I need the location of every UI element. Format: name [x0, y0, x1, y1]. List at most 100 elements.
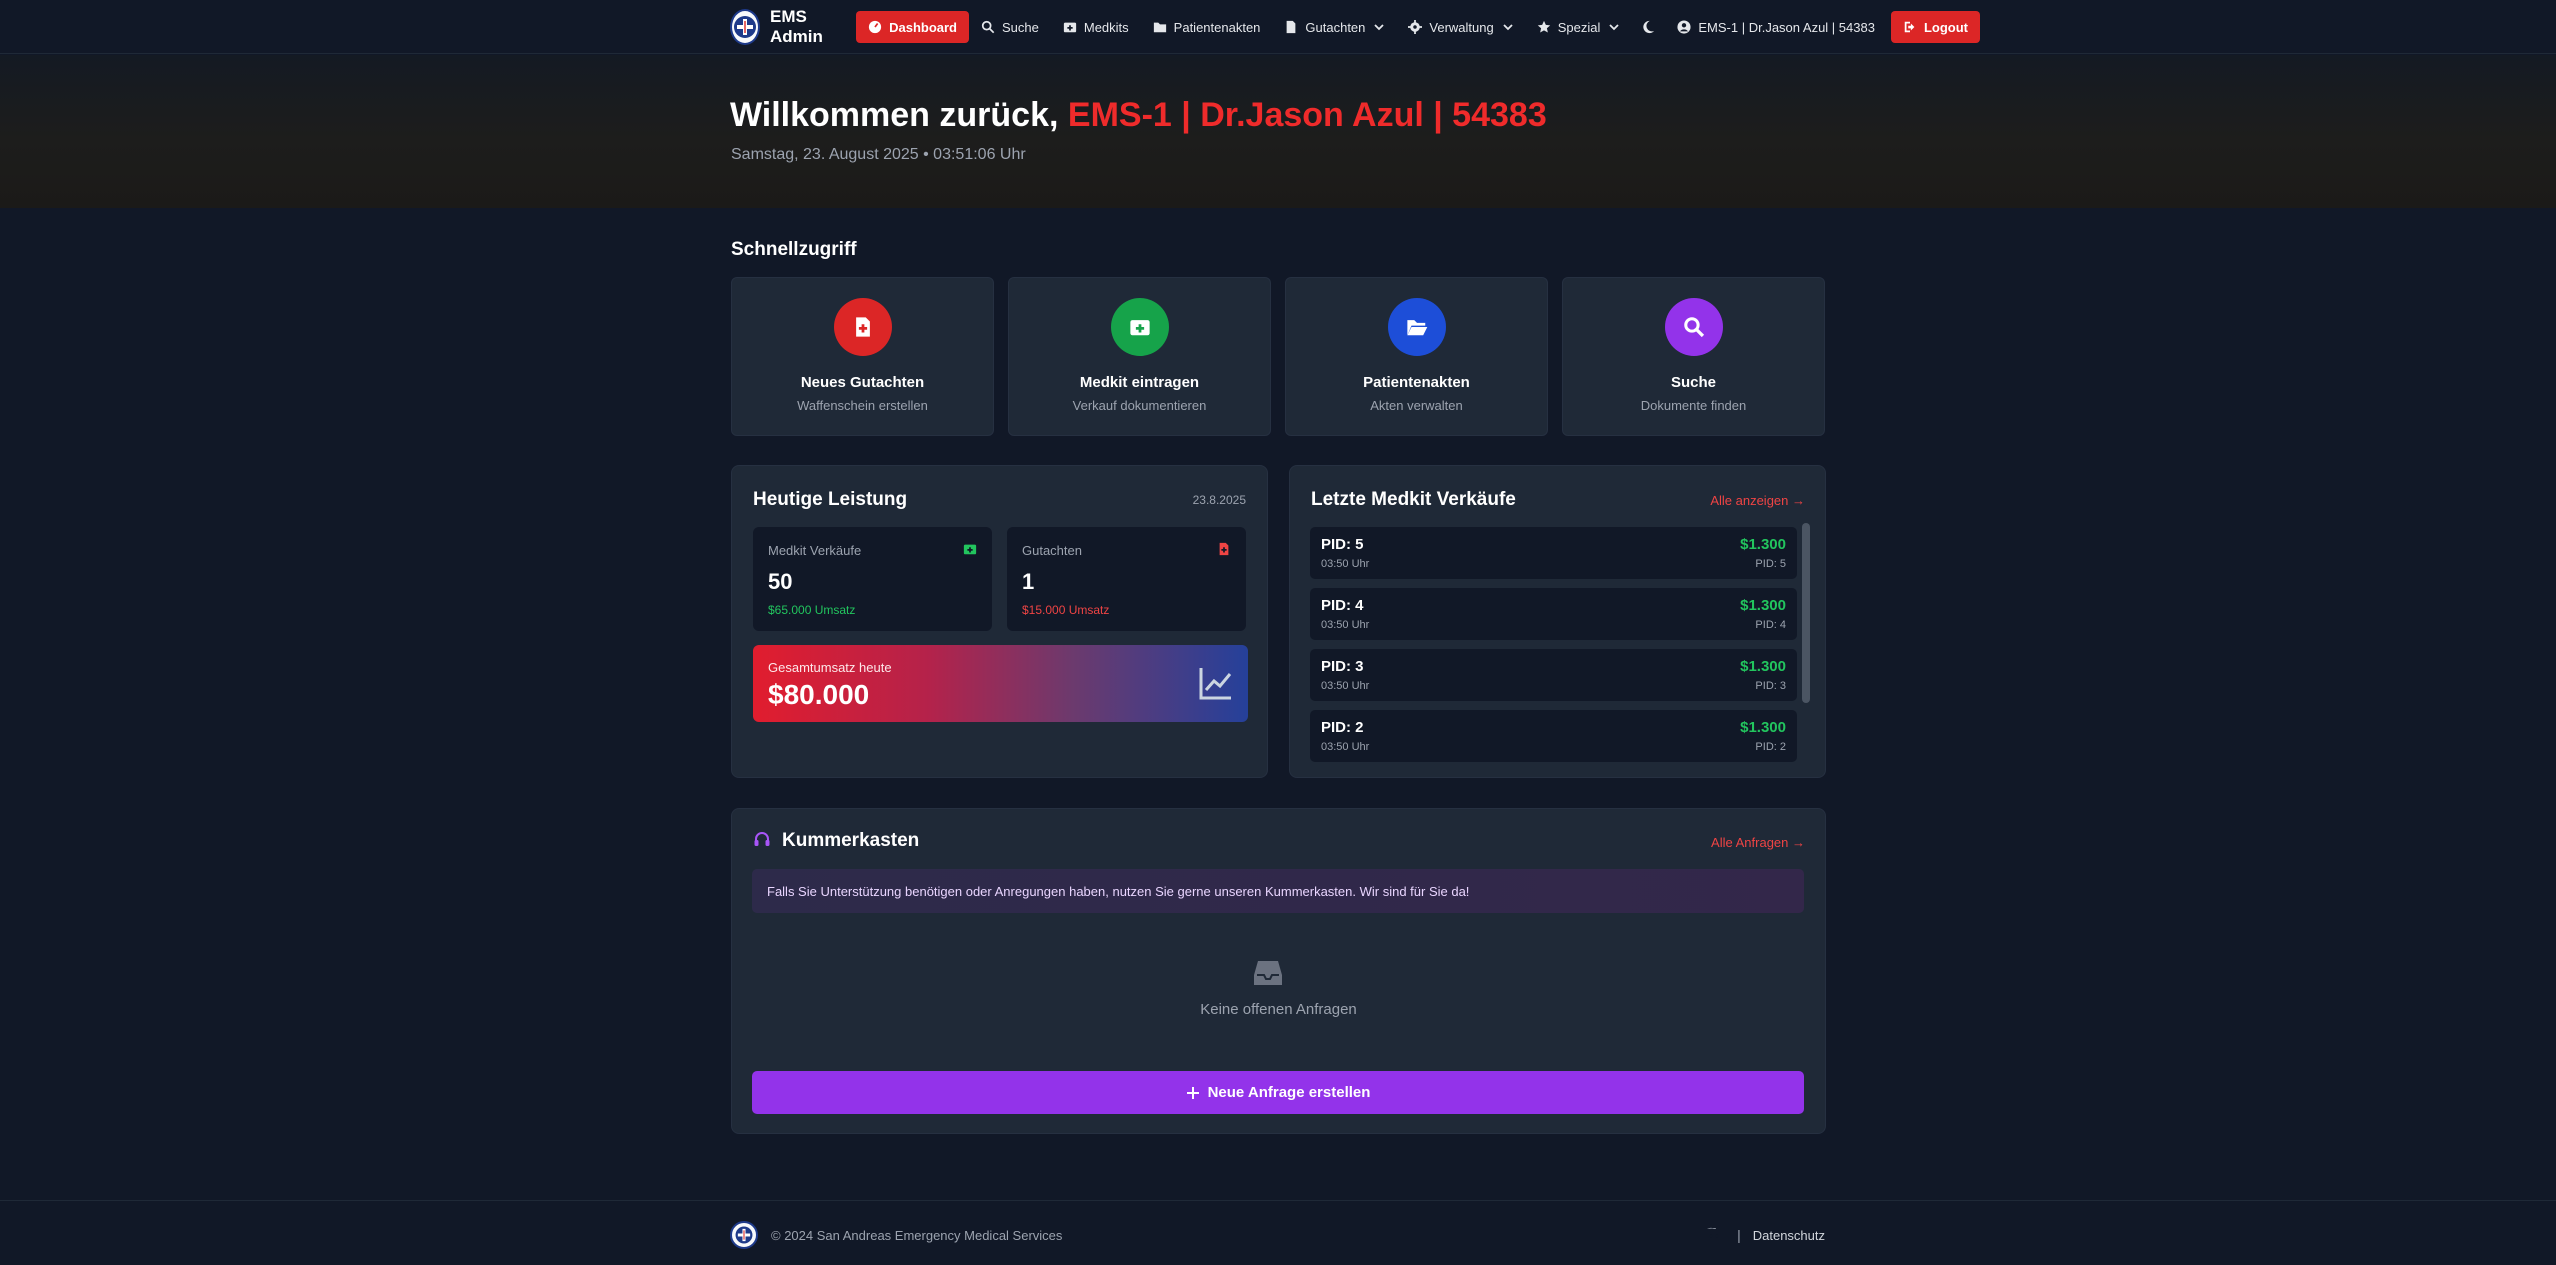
footer-links: | Datenschutz	[1700, 1223, 1825, 1247]
stat-label: Gutachten	[1022, 543, 1082, 558]
today-date: 23.8.2025	[1192, 493, 1246, 507]
nav-verwaltung-label: Verwaltung	[1429, 19, 1494, 35]
stat-medkit-sales: Medkit Verkäufe 50 $65.000 Umsatz	[753, 527, 992, 631]
kummerkasten-title: Kummerkasten	[782, 830, 920, 851]
stat-value: 50	[768, 569, 793, 594]
total-value: $80.000	[768, 679, 870, 710]
recent-medkit-sales-panel: Letzte Medkit Verkäufe Alle anzeigen → P…	[1289, 465, 1826, 778]
quick-card-subtitle: Dokumente finden	[1640, 398, 1747, 413]
search-icon	[981, 20, 995, 34]
sale-item[interactable]: PID: 3 03:50 Uhr $1.300 PID: 3	[1310, 649, 1797, 701]
nav-patientenakten[interactable]: Patientenakten	[1141, 11, 1273, 43]
stat-revenue: $15.000 Umsatz	[1022, 603, 1110, 617]
stat-gutachten: Gutachten 1 $15.000 Umsatz	[1007, 527, 1246, 631]
sale-time: 03:50 Uhr	[1321, 741, 1370, 753]
sale-pid: PID: 2	[1321, 719, 1364, 736]
quick-access-title: Schnellzugriff	[731, 239, 857, 260]
quick-card-subtitle: Akten verwalten	[1370, 398, 1463, 413]
chevron-down-icon	[1503, 24, 1513, 31]
sale-pid-small: PID: 3	[1755, 680, 1786, 692]
sale-amount: $1.300	[1740, 536, 1786, 553]
nav-verwaltung[interactable]: Verwaltung	[1396, 11, 1524, 43]
quick-card-medkit-eintragen[interactable]: Medkit eintragen Verkauf dokumentieren	[1008, 277, 1271, 436]
copyright-text: © 2024 San Andreas Emergency Medical Ser…	[771, 1228, 1063, 1243]
sale-amount: $1.300	[1740, 597, 1786, 614]
medkit-icon	[1063, 22, 1076, 33]
top-navbar: EMS Admin Dashboard Suche Medkits Patien…	[0, 0, 2556, 54]
sale-time: 03:50 Uhr	[1321, 680, 1370, 692]
total-revenue-card: Gesamtumsatz heute $80.000	[753, 645, 1248, 722]
nav-dashboard[interactable]: Dashboard	[856, 11, 969, 43]
nav-suche-label: Suche	[1002, 19, 1039, 35]
plus-icon	[1186, 1086, 1199, 1099]
logout-button[interactable]: Logout	[1890, 11, 1980, 43]
chevron-down-icon	[1609, 24, 1620, 31]
logout-label: Logout	[1923, 19, 1968, 35]
nav-spezial-label: Spezial	[1557, 19, 1601, 35]
sale-item[interactable]: PID: 4 03:50 Uhr $1.300 PID: 4	[1310, 588, 1797, 640]
quick-card-suche[interactable]: Suche Dokumente finden	[1562, 277, 1825, 436]
sale-pid: PID: 3	[1321, 658, 1364, 675]
nav-gutachten[interactable]: Gutachten	[1272, 11, 1396, 43]
stat-revenue: $65.000 Umsatz	[768, 603, 856, 617]
user-name: EMS-1 | Dr.Jason Azul | 54383	[1698, 19, 1875, 35]
nav-medkits-label: Medkits	[1083, 19, 1129, 35]
quick-card-title: Medkit eintragen	[1079, 374, 1200, 391]
all-requests-link[interactable]: Alle Anfragen →	[1711, 835, 1805, 850]
stat-label: Medkit Verkäufe	[768, 543, 862, 558]
discord-icon[interactable]	[1703, 1227, 1725, 1243]
nav-medkits[interactable]: Medkits	[1051, 11, 1141, 43]
chevron-down-icon	[1374, 24, 1385, 31]
sale-amount: $1.300	[1740, 719, 1786, 736]
file-icon	[1287, 20, 1296, 34]
welcome-user-name: EMS-1 | Dr.Jason Azul | 54383	[1067, 96, 1547, 134]
nav-patientenakten-label: Patientenakten	[1173, 19, 1261, 35]
sale-item[interactable]: PID: 5 03:50 Uhr $1.300 PID: 5	[1310, 527, 1797, 579]
chart-line-icon	[1199, 668, 1232, 700]
quick-card-subtitle: Waffenschein erstellen	[797, 398, 928, 413]
quick-card-neues-gutachten[interactable]: Neues Gutachten Waffenschein erstellen	[731, 277, 994, 436]
sale-item[interactable]: PID: 2 03:50 Uhr $1.300 PID: 2	[1310, 710, 1797, 762]
quick-card-title: Neues Gutachten	[800, 374, 925, 391]
new-request-button[interactable]: Neue Anfrage erstellen	[752, 1071, 1804, 1114]
user-menu[interactable]: EMS-1 | Dr.Jason Azul | 54383	[1665, 11, 1887, 43]
support-notice: Falls Sie Unterstützung benötigen oder A…	[752, 869, 1804, 913]
empty-requests-text: Keine offenen Anfragen	[1200, 1001, 1357, 1018]
theme-toggle[interactable]	[1631, 11, 1665, 43]
stat-value: 1	[1022, 569, 1035, 594]
ems-logo-icon	[730, 9, 760, 45]
nav-spezial[interactable]: Spezial	[1525, 11, 1632, 43]
sale-time: 03:50 Uhr	[1321, 619, 1370, 631]
new-request-label: Neue Anfrage erstellen	[1207, 1084, 1371, 1101]
folder-icon	[1153, 22, 1166, 33]
sales-scrollbar[interactable]	[1802, 523, 1810, 753]
user-circle-icon	[1677, 20, 1691, 34]
sale-pid-small: PID: 5	[1755, 558, 1786, 570]
headset-icon	[754, 832, 770, 846]
today-performance-panel: Heutige Leistung 23.8.2025 Medkit Verkäu…	[731, 465, 1268, 778]
file-icon	[1219, 542, 1229, 556]
recent-sales-title: Letzte Medkit Verkäufe	[1311, 489, 1516, 510]
ems-logo-icon	[730, 1221, 758, 1249]
gear-icon	[1408, 20, 1423, 34]
search-icon	[1665, 298, 1723, 356]
welcome-greeting: Willkommen zurück,	[730, 96, 1059, 134]
kummerkasten-panel: Kummerkasten Alle Anfragen → Falls Sie U…	[731, 808, 1826, 1134]
nav-suche[interactable]: Suche	[969, 11, 1051, 43]
dashboard-icon	[868, 20, 882, 34]
medkit-icon	[963, 544, 977, 555]
footer: © 2024 San Andreas Emergency Medical Ser…	[0, 1200, 2556, 1265]
sale-pid-small: PID: 2	[1755, 741, 1786, 753]
quick-card-title: Suche	[1670, 374, 1716, 391]
footer-separator: |	[1737, 1227, 1741, 1243]
sale-pid-small: PID: 4	[1755, 619, 1786, 631]
sales-scrollbar-thumb[interactable]	[1802, 523, 1810, 703]
moon-icon	[1643, 20, 1655, 34]
sale-amount: $1.300	[1740, 658, 1786, 675]
brand[interactable]: EMS Admin	[730, 7, 842, 47]
quick-card-subtitle: Verkauf dokumentieren	[1072, 398, 1207, 413]
today-title: Heutige Leistung	[753, 489, 908, 510]
show-all-sales-link[interactable]: Alle anzeigen →	[1710, 493, 1805, 508]
privacy-link[interactable]: Datenschutz	[1753, 1228, 1825, 1243]
quick-card-patientenakten[interactable]: Patientenakten Akten verwalten	[1285, 277, 1548, 436]
